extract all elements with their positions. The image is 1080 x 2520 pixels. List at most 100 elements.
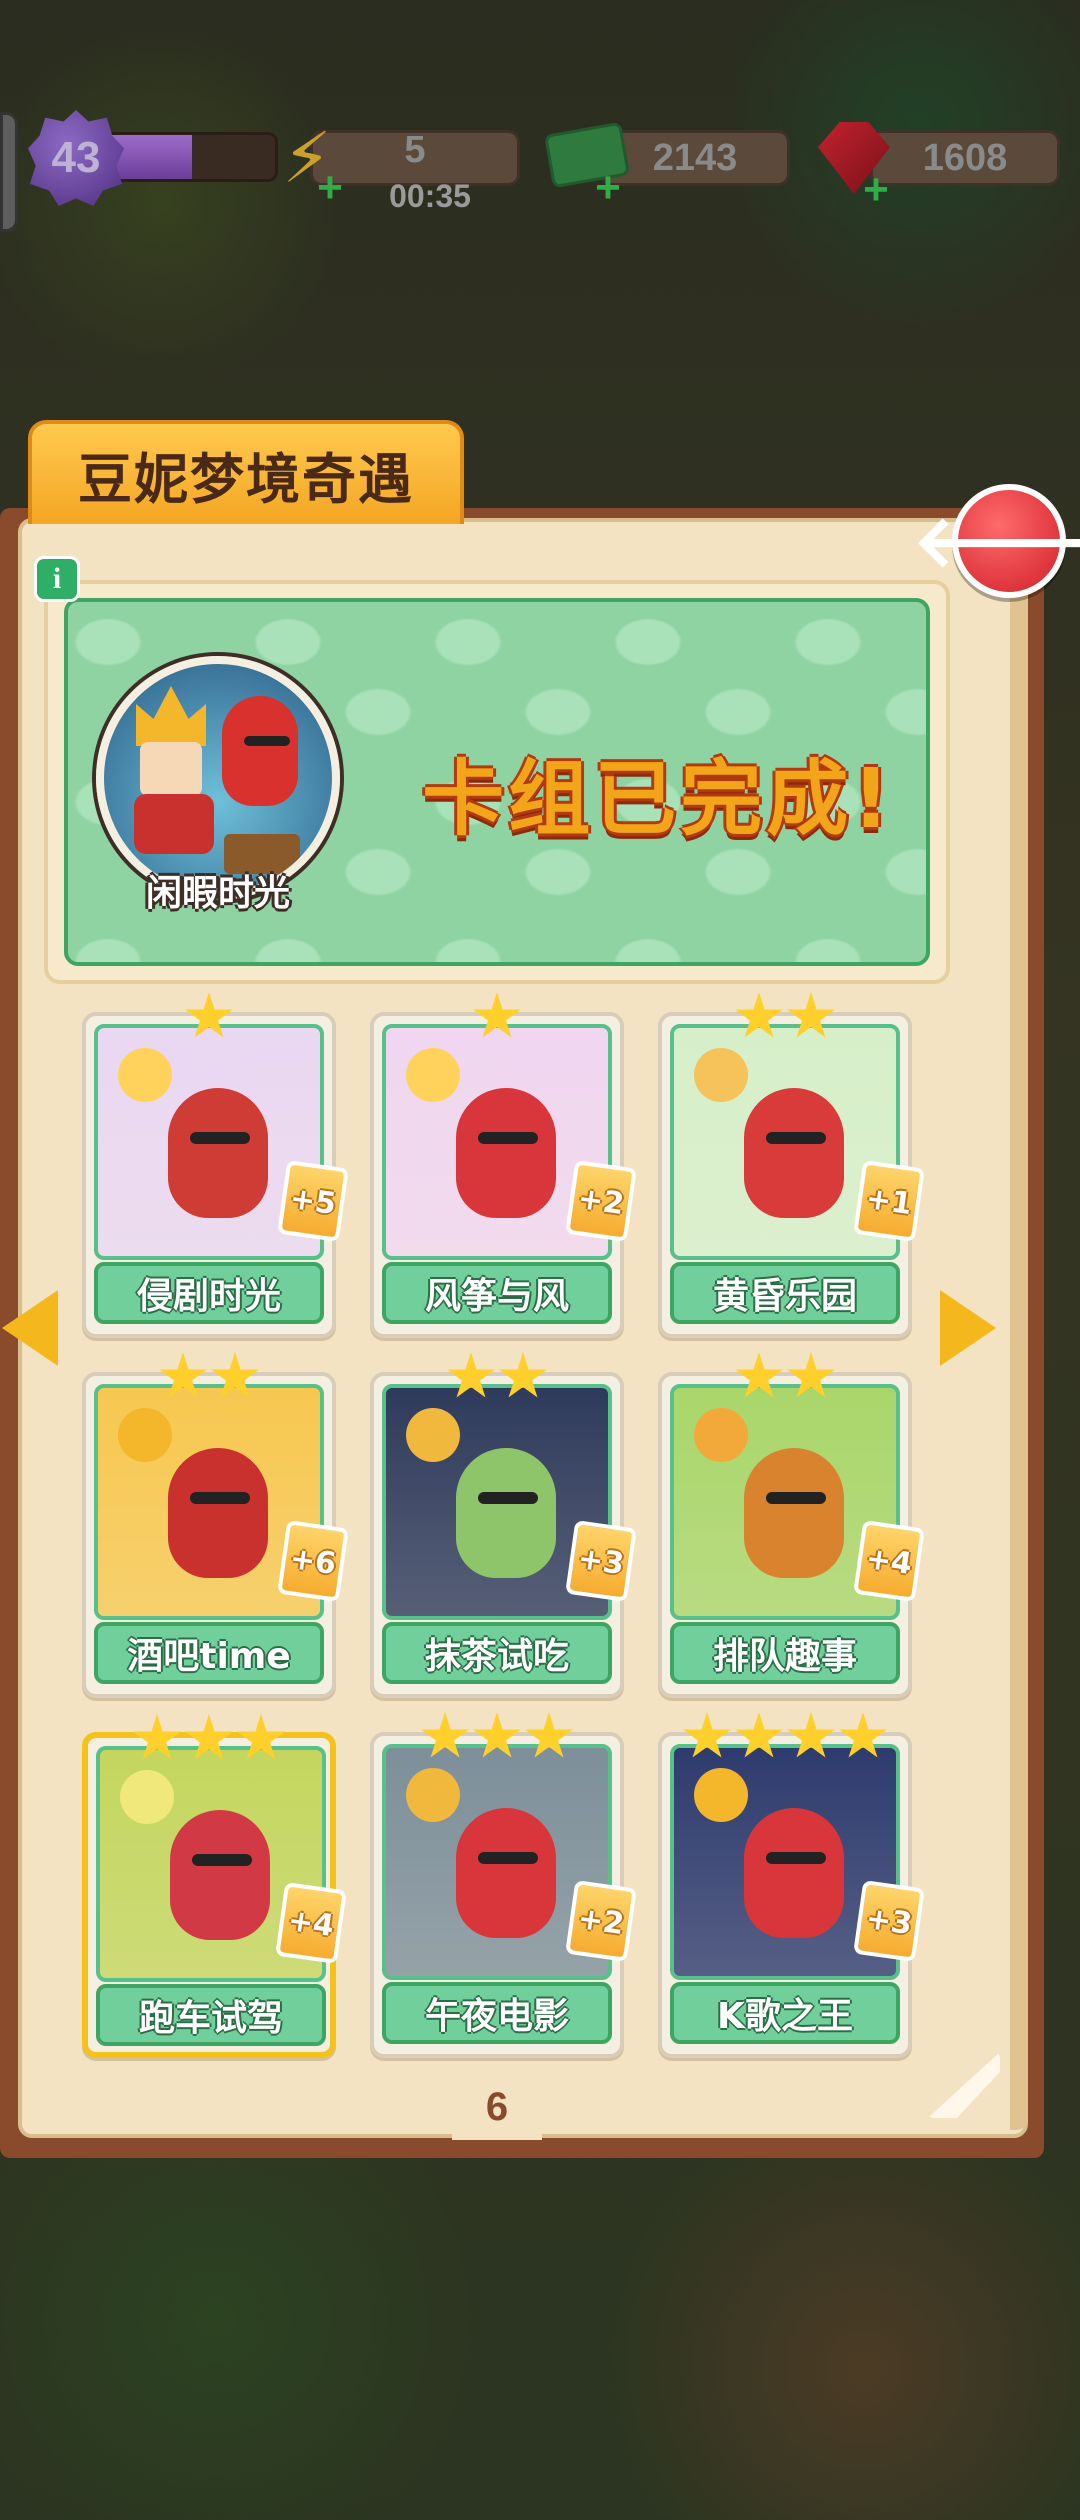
card-label: 黄昏乐园: [670, 1262, 900, 1324]
album-card[interactable]: 午夜电影 +2: [370, 1712, 637, 2058]
star-icon: [787, 1352, 835, 1398]
star-icon: [159, 1352, 207, 1398]
card-label: 侵剧时光: [94, 1262, 324, 1324]
card-stars: [86, 992, 332, 1042]
card-stars: [374, 1712, 620, 1762]
bean-character: [222, 696, 298, 806]
card-label: 风筝与风: [382, 1262, 612, 1324]
card-stars: [88, 1714, 330, 1764]
cash-counter[interactable]: 2143: [600, 130, 790, 186]
card-duplicate-count: +6: [277, 1520, 349, 1602]
star-icon: [185, 1714, 233, 1760]
character-eyes: [766, 1852, 826, 1864]
card-duplicate-count: +3: [853, 1880, 925, 1962]
add-gems-icon[interactable]: +: [858, 168, 894, 212]
card-label: 抹茶试吃: [382, 1622, 612, 1684]
star-icon: [499, 1352, 547, 1398]
card-duplicate-count: +2: [565, 1160, 637, 1242]
back-button[interactable]: 🡐: [912, 484, 1080, 598]
character-eyes: [190, 1492, 250, 1504]
star-icon: [447, 1352, 495, 1398]
character-figure: [456, 1088, 556, 1218]
scene-decoration: [406, 1408, 460, 1462]
card-label: 午夜电影: [382, 1982, 612, 2044]
star-icon: [735, 992, 783, 1038]
gem-value: 1608: [922, 136, 1008, 179]
album-card[interactable]: 风筝与风 +2: [370, 992, 637, 1338]
album-card[interactable]: 黄昏乐园 +1: [658, 992, 925, 1338]
cash-value: 2143: [652, 136, 738, 179]
album-title-tab: 豆妮梦境奇遇: [28, 420, 464, 524]
star-icon: [735, 1712, 783, 1758]
card-stars: [374, 1352, 620, 1402]
banner-background: 闲暇时光 卡组已完成!: [64, 598, 930, 966]
star-icon: [237, 1714, 285, 1760]
character-figure: [744, 1808, 844, 1938]
star-icon: [525, 1712, 573, 1758]
card-stars: [86, 1352, 332, 1402]
card-duplicate-count: +4: [275, 1882, 347, 1964]
card-duplicate-count: +2: [565, 1880, 637, 1962]
star-icon: [683, 1712, 731, 1758]
album-card[interactable]: 抹茶试吃 +3: [370, 1352, 637, 1698]
album-card[interactable]: 侵剧时光 +5: [82, 992, 349, 1338]
add-energy-icon[interactable]: +: [312, 166, 348, 210]
card-label: 排队趣事: [670, 1622, 900, 1684]
card-duplicate-count: +3: [565, 1520, 637, 1602]
star-icon: [735, 1352, 783, 1398]
character-eyes: [478, 1492, 538, 1504]
bean-sunglasses: [244, 736, 290, 746]
star-icon: [133, 1714, 181, 1760]
page-number: 6: [452, 2074, 542, 2140]
character-figure: [168, 1448, 268, 1578]
star-icon: [787, 1712, 835, 1758]
character-eyes: [190, 1132, 250, 1144]
album-card[interactable]: 酒吧time +6: [82, 1352, 349, 1698]
character-figure: [456, 1448, 556, 1578]
star-icon: [185, 992, 233, 1038]
info-icon[interactable]: i: [34, 556, 80, 602]
character-eyes: [478, 1132, 538, 1144]
character-eyes: [766, 1492, 826, 1504]
top-hud: 43 5 ⚡ + 00:35 2143 + 1608 +: [0, 110, 1080, 214]
star-icon: [421, 1712, 469, 1758]
character-eyes: [192, 1854, 252, 1866]
scene-decoration: [120, 1770, 174, 1824]
character-body: [134, 794, 214, 854]
scene-decoration: [694, 1768, 748, 1822]
album-card[interactable]: 排队趣事 +4: [658, 1352, 925, 1698]
star-icon: [473, 992, 521, 1038]
star-icon: [787, 992, 835, 1038]
scene-decoration: [118, 1408, 172, 1462]
character-figure: [168, 1088, 268, 1218]
add-cash-icon[interactable]: +: [590, 166, 626, 210]
energy-timer: 00:35: [389, 178, 471, 214]
character-eyes: [478, 1852, 538, 1864]
scene-decoration: [118, 1048, 172, 1102]
album-title: 豆妮梦境奇遇: [78, 447, 414, 511]
album-card[interactable]: 跑车试驾 +4: [82, 1714, 347, 2058]
avatar-label: 闲暇时光: [145, 873, 290, 914]
level-badge-icon: 43: [28, 110, 124, 206]
card-stars: [662, 1712, 908, 1762]
energy-value: 5: [404, 128, 426, 171]
card-stars: [662, 992, 908, 1042]
level-indicator[interactable]: 43: [28, 110, 278, 206]
card-duplicate-count: +1: [853, 1160, 925, 1242]
panel-page-edge: [1010, 540, 1028, 2130]
card-duplicate-count: +4: [853, 1520, 925, 1602]
album-card[interactable]: K歌之王 +3: [658, 1712, 925, 2058]
card-duplicate-count: +5: [277, 1160, 349, 1242]
crown-icon: [136, 686, 206, 746]
character-eyes: [766, 1132, 826, 1144]
card-label: 酒吧time: [94, 1622, 324, 1684]
back-arrow-icon: 🡐: [912, 499, 1080, 583]
gem-counter[interactable]: 1608: [870, 130, 1060, 186]
card-stars: [374, 992, 620, 1042]
card-label: 跑车试驾: [96, 1984, 326, 2046]
card-label: K歌之王: [670, 1982, 900, 2044]
scene-decoration: [694, 1048, 748, 1102]
character-figure: [170, 1810, 270, 1940]
character-face: [140, 742, 202, 796]
star-icon: [211, 1352, 259, 1398]
